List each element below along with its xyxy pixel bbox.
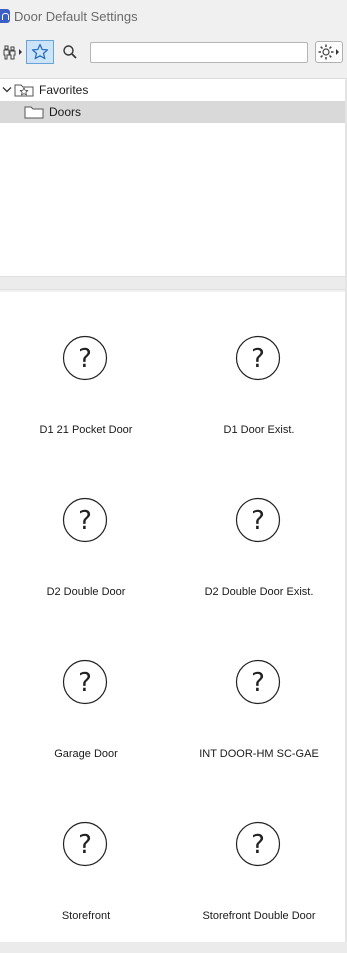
library-item[interactable]: ? D1 21 Pocket Door <box>0 292 172 454</box>
search-input[interactable] <box>90 42 308 63</box>
svg-text:?: ? <box>78 668 92 698</box>
bottom-edge <box>0 942 347 953</box>
unknown-preview-icon: ? <box>62 335 108 381</box>
library-item[interactable]: ? Garage Door <box>0 616 172 778</box>
library-item[interactable]: ? D1 Door Exist. <box>173 292 345 454</box>
unknown-preview-icon: ? <box>235 335 281 381</box>
app-icon <box>0 9 10 23</box>
window-title: Door Default Settings <box>14 8 138 24</box>
unknown-preview-icon: ? <box>62 497 108 543</box>
unknown-preview-icon: ? <box>62 659 108 705</box>
pane-splitter[interactable] <box>0 276 345 290</box>
favorites-button[interactable] <box>26 40 54 64</box>
unknown-preview-icon: ? <box>235 659 281 705</box>
tree-item-label: Doors <box>49 105 82 119</box>
svg-text:?: ? <box>78 506 92 536</box>
library-items-grid: ? D1 21 Pocket Door ? D1 Door Exist. ? D… <box>0 292 345 942</box>
library-item[interactable]: ? D2 Double Door Exist. <box>173 454 345 616</box>
toolbar <box>0 36 347 68</box>
item-label: Storefront <box>61 910 111 922</box>
item-label: D1 Door Exist. <box>223 424 295 436</box>
people-icon <box>3 45 22 60</box>
settings-button[interactable] <box>315 41 343 63</box>
unknown-preview-icon: ? <box>62 821 108 867</box>
folder-icon <box>24 105 44 119</box>
library-item[interactable]: ? Storefront <box>0 778 172 940</box>
library-view-button[interactable] <box>0 40 26 64</box>
tree-item-doors[interactable]: Doors <box>0 101 345 123</box>
svg-text:?: ? <box>78 830 92 860</box>
item-label: INT DOOR-HM SC-GAE <box>199 748 319 760</box>
star-icon <box>31 43 49 60</box>
library-item[interactable]: ? D2 Double Door <box>0 454 172 616</box>
item-label: D2 Double Door Exist. <box>204 586 314 598</box>
unknown-preview-icon: ? <box>235 821 281 867</box>
tree-item-label: Favorites <box>39 83 89 97</box>
library-tree: Favorites Doors <box>0 78 345 276</box>
item-label: Storefront Double Door <box>202 910 316 922</box>
star-folder-icon <box>14 83 34 97</box>
library-item[interactable]: ? Storefront Double Door <box>173 778 345 940</box>
item-label: D2 Double Door <box>46 586 126 598</box>
svg-text:?: ? <box>251 830 265 860</box>
item-label: D1 21 Pocket Door <box>39 424 133 436</box>
svg-text:?: ? <box>251 506 265 536</box>
chevron-down-icon[interactable] <box>0 86 14 94</box>
svg-text:?: ? <box>251 344 265 374</box>
library-item[interactable]: ? INT DOOR-HM SC-GAE <box>173 616 345 778</box>
search-icon <box>63 45 77 59</box>
unknown-preview-icon: ? <box>235 497 281 543</box>
search-button[interactable] <box>56 40 84 64</box>
gear-icon <box>318 44 339 60</box>
svg-text:?: ? <box>251 668 265 698</box>
tree-item-favorites[interactable]: Favorites <box>0 79 345 101</box>
title-bar: Door Default Settings <box>0 0 347 32</box>
svg-text:?: ? <box>78 344 92 374</box>
item-label: Garage Door <box>54 748 118 760</box>
